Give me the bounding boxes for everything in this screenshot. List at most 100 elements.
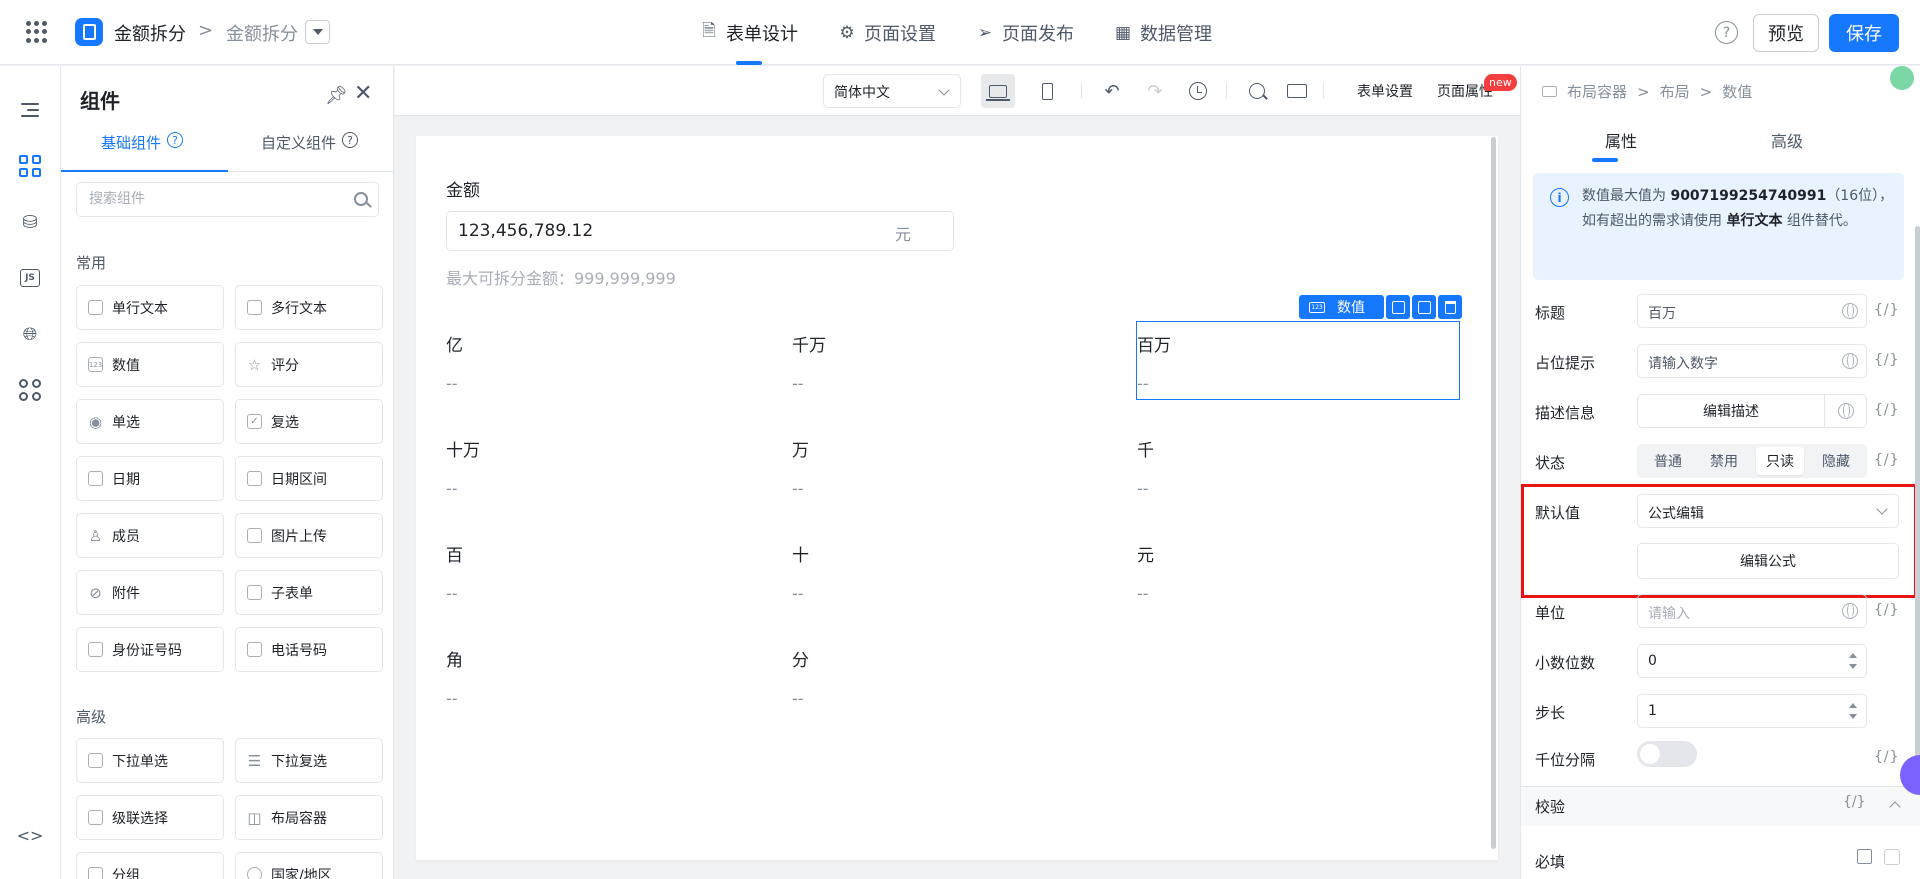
language-select[interactable]: 简体中文: [823, 74, 961, 108]
save-button[interactable]: 保存: [1829, 14, 1899, 52]
page-dropdown-button[interactable]: [305, 20, 330, 44]
canvas-scrollbar[interactable]: [1491, 137, 1496, 849]
edit-description-button[interactable]: 编辑描述: [1637, 394, 1825, 428]
component-multi-select[interactable]: ☰ 下拉复选: [235, 738, 383, 783]
description-globe-button[interactable]: [1824, 394, 1867, 428]
desktop-view-button[interactable]: [981, 74, 1015, 108]
amount-input[interactable]: 123,456,789.12 元: [446, 211, 954, 251]
breadcrumb-item[interactable]: 数值: [1722, 81, 1752, 102]
copy-icon[interactable]: [1412, 295, 1436, 319]
js-icon[interactable]: JS: [18, 266, 42, 290]
component-phone[interactable]: 电话号码: [235, 627, 383, 672]
tab-properties[interactable]: 属性: [1605, 128, 1637, 152]
plugins-icon[interactable]: [18, 378, 42, 402]
keyboard-icon[interactable]: [1280, 74, 1314, 108]
component-date-range[interactable]: 日期区间: [235, 456, 383, 501]
status-option-hidden[interactable]: 隐藏: [1812, 447, 1860, 475]
code-icon[interactable]: <>: [17, 823, 44, 847]
search-input[interactable]: [89, 191, 349, 207]
increment-icon[interactable]: [1849, 653, 1857, 658]
component-country[interactable]: 国家/地区: [235, 852, 383, 879]
tab-custom-components[interactable]: 自定义组件 ?: [261, 132, 359, 172]
component-layout[interactable]: ◫ 布局容器: [235, 795, 383, 840]
search-icon[interactable]: [354, 192, 368, 206]
pin-icon[interactable]: 📌︎: [325, 85, 348, 106]
component-cascade[interactable]: 级联选择: [76, 795, 224, 840]
edit-formula-button[interactable]: 编辑公式: [1637, 543, 1899, 579]
selected-field-outline[interactable]: [1136, 321, 1460, 400]
components-icon[interactable]: [18, 154, 42, 178]
required-checkbox[interactable]: [1884, 849, 1900, 865]
component-radio[interactable]: ◉ 单选: [76, 399, 224, 444]
decrement-icon[interactable]: [1849, 664, 1857, 669]
search-icon[interactable]: [1240, 74, 1274, 108]
fx-icon[interactable]: {/}: [1874, 749, 1900, 765]
component-select[interactable]: 下拉单选: [76, 738, 224, 783]
undo-icon[interactable]: ↶: [1095, 74, 1129, 108]
app-name[interactable]: 金额拆分: [114, 20, 186, 46]
thousands-separator-toggle[interactable]: [1637, 741, 1697, 767]
tab-advanced[interactable]: 高级: [1771, 128, 1803, 152]
placeholder-input[interactable]: 请输入数字: [1637, 344, 1867, 378]
component-image-upload[interactable]: 图片上传: [235, 513, 383, 558]
component-checkbox[interactable]: ✓ 复选: [235, 399, 383, 444]
outline-icon[interactable]: [18, 98, 42, 122]
component-attachment[interactable]: ⊘ 附件: [76, 570, 224, 615]
tab-form-design[interactable]: 🗎 表单设计: [700, 0, 798, 65]
breadcrumb-item[interactable]: 布局容器: [1567, 81, 1627, 102]
unit-input[interactable]: 请输入: [1637, 594, 1867, 628]
database-icon[interactable]: ⛁: [18, 210, 42, 234]
globe-icon[interactable]: [1842, 303, 1858, 319]
globe-icon[interactable]: [1842, 603, 1858, 619]
form-settings-button[interactable]: 表单设置: [1357, 81, 1413, 101]
status-option-normal[interactable]: 普通: [1644, 447, 1692, 475]
fx-icon[interactable]: {/}: [1874, 402, 1900, 418]
globe-icon[interactable]: 🌐︎: [18, 322, 42, 346]
breadcrumb-item[interactable]: 布局: [1660, 81, 1690, 102]
add-icon[interactable]: [1386, 295, 1410, 319]
component-rating[interactable]: ☆ 评分: [235, 342, 383, 387]
help-icon[interactable]: ?: [1715, 21, 1738, 44]
default-value-select[interactable]: 公式编辑: [1637, 494, 1899, 528]
history-icon[interactable]: [1181, 74, 1215, 108]
redo-icon[interactable]: ↷: [1138, 74, 1172, 108]
properties-scrollbar[interactable]: [1915, 226, 1920, 786]
tab-page-settings[interactable]: ⚙ 页面设置: [838, 0, 936, 65]
component-id-card[interactable]: 身份证号码: [76, 627, 224, 672]
title-input[interactable]: 百万: [1637, 294, 1867, 328]
component-text-input[interactable]: 单行文本: [76, 285, 224, 330]
validation-section-header[interactable]: 校验 {/}: [1521, 786, 1920, 826]
mobile-view-button[interactable]: [1030, 74, 1064, 108]
status-option-readonly[interactable]: 只读: [1756, 447, 1804, 475]
component-subform[interactable]: 子表单: [235, 570, 383, 615]
fx-icon[interactable]: {/}: [1874, 352, 1900, 368]
selected-component-tag[interactable]: 123 数值: [1299, 295, 1384, 319]
trash-icon[interactable]: [1438, 295, 1462, 319]
fx-icon[interactable]: {/}: [1843, 794, 1866, 810]
close-icon[interactable]: ✕: [354, 81, 372, 106]
tab-page-publish[interactable]: ➢ 页面发布: [976, 0, 1074, 65]
apps-grid-icon[interactable]: [26, 21, 48, 43]
component-textarea[interactable]: 多行文本: [235, 285, 383, 330]
edit-icon[interactable]: [1857, 849, 1872, 864]
chevron-up-icon[interactable]: [1889, 801, 1901, 813]
component-group[interactable]: 分组: [76, 852, 224, 879]
tab-data-management[interactable]: ▦ 数据管理: [1114, 0, 1212, 65]
component-date[interactable]: 日期: [76, 456, 224, 501]
tab-basic-components[interactable]: 基础组件 ?: [101, 132, 184, 172]
component-member[interactable]: ♙ 成员: [76, 513, 224, 558]
preview-button[interactable]: 预览: [1753, 14, 1819, 52]
step-stepper[interactable]: 1: [1637, 694, 1867, 728]
unit-placeholder: 请输入: [1648, 606, 1690, 622]
decrement-icon[interactable]: [1849, 714, 1857, 719]
globe-icon[interactable]: [1842, 353, 1858, 369]
fx-icon[interactable]: {/}: [1874, 452, 1900, 468]
status-option-disabled[interactable]: 禁用: [1700, 447, 1748, 475]
increment-icon[interactable]: [1849, 703, 1857, 708]
left-rail: ⛁ JS 🌐︎ <>: [0, 66, 61, 879]
fx-icon[interactable]: {/}: [1874, 602, 1900, 618]
component-number[interactable]: 123 数值: [76, 342, 224, 387]
fx-icon[interactable]: {/}: [1874, 302, 1900, 318]
decimals-stepper[interactable]: 0: [1637, 644, 1867, 678]
page-name[interactable]: 金额拆分: [226, 20, 298, 46]
